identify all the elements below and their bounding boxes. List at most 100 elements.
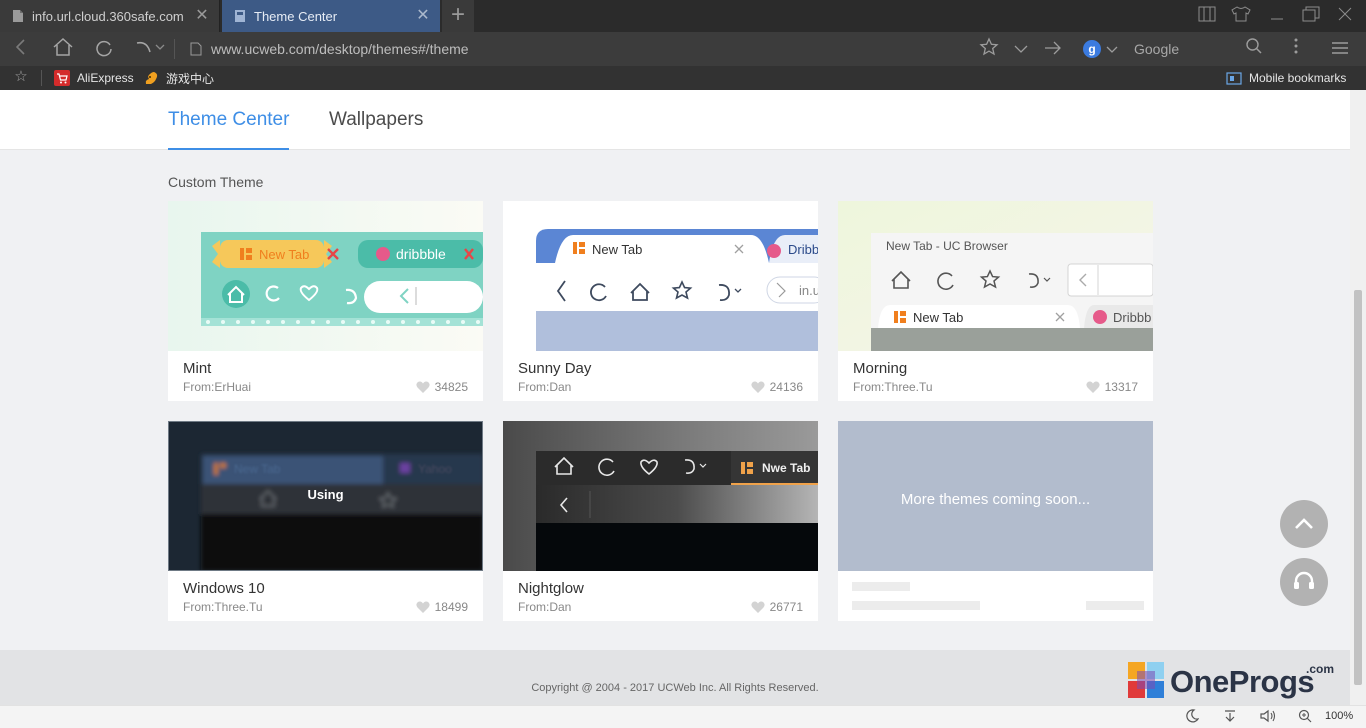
top-nav: Theme Center Wallpapers	[0, 90, 1350, 150]
bookmark-star-icon[interactable]	[976, 37, 1002, 61]
placeholder-bar	[852, 582, 910, 591]
section-title: Custom Theme	[168, 174, 264, 190]
download-icon[interactable]	[1221, 709, 1239, 725]
mobile-bookmarks[interactable]: Mobile bookmarks	[1226, 69, 1346, 87]
back-icon[interactable]	[8, 37, 34, 61]
theme-author: From:Three.Tu	[853, 380, 933, 394]
theme-preview-windows-10: New Tab Yahoo Using	[168, 421, 483, 571]
theme-card-nightglow[interactable]: Nwe Tab Nightglow From:Dan 26771	[503, 421, 818, 621]
bookmarks-bar: ☆ AliExpress 游戏中心 Mobile bookmarks	[0, 66, 1366, 90]
theme-preview-morning: New Tab - UC Browser New Tab Dribbb	[838, 201, 1153, 351]
theme-author: From:ErHuai	[183, 380, 252, 394]
theme-author: From:Dan	[518, 380, 572, 394]
home-icon[interactable]	[50, 37, 76, 61]
using-badge: Using	[307, 487, 344, 502]
address-bar[interactable]: www.ucweb.com/desktop/themes#/theme	[211, 41, 469, 57]
zoom-icon[interactable]	[1296, 709, 1314, 725]
search-input[interactable]: Google	[1134, 41, 1179, 57]
close-icon[interactable]: ✕	[414, 7, 432, 25]
go-arrow-icon[interactable]	[1040, 37, 1066, 61]
heart-icon	[1085, 381, 1100, 393]
coming-soon-text: More themes coming soon...	[900, 491, 1091, 508]
theme-card-coming-soon: More themes coming soon...	[838, 421, 1153, 621]
theme-card-sunny-day[interactable]: New Tab Dribb in.u Sunny Day From:Dan 24…	[503, 201, 818, 401]
like-count[interactable]: 26771	[750, 600, 803, 614]
zoom-level[interactable]: 100%	[1325, 710, 1353, 722]
page-content: Theme Center Wallpapers Custom Theme New…	[0, 90, 1350, 705]
more-options-icon[interactable]	[1283, 37, 1309, 61]
oneprogs-logo-icon	[1128, 662, 1164, 698]
headset-icon	[1294, 571, 1314, 589]
scroll-to-top-button[interactable]	[1280, 500, 1328, 548]
new-tab-button[interactable]: +	[442, 0, 474, 32]
tab-theme-center[interactable]: Theme Center	[168, 109, 289, 131]
preview-tab-label: New Tab	[913, 310, 964, 325]
chevron-down-icon[interactable]	[1008, 37, 1034, 61]
page-info-icon[interactable]	[190, 42, 202, 56]
sidebar-toggle-icon[interactable]	[1196, 6, 1218, 26]
active-tab-underline	[168, 148, 289, 150]
tab-wallpapers[interactable]: Wallpapers	[329, 109, 423, 131]
like-count[interactable]: 34825	[415, 380, 468, 394]
minimize-icon[interactable]	[1266, 6, 1288, 26]
customer-support-button[interactable]	[1280, 558, 1328, 606]
theme-name: Mint	[183, 360, 212, 377]
heart-icon	[415, 381, 430, 393]
bookmark-label: AliExpress	[77, 71, 134, 85]
dropdown-icon[interactable]	[152, 37, 168, 61]
tab-strip: info.url.cloud.360safe.com ✕ Theme Cente…	[0, 0, 1366, 32]
preview-tab-label: Nwe Tab	[762, 461, 811, 475]
like-count[interactable]: 13317	[1085, 380, 1138, 394]
like-count-value: 18499	[434, 600, 468, 614]
menu-icon[interactable]	[1327, 37, 1353, 61]
aliexpress-cart-icon	[54, 70, 70, 86]
search-engine-icon[interactable]: g	[1083, 40, 1101, 58]
preview-tab2-label: Yahoo	[418, 462, 452, 476]
reload-icon[interactable]	[91, 37, 117, 61]
page-scrollbar[interactable]	[1350, 90, 1366, 705]
bookmark-aliexpress[interactable]: AliExpress	[54, 69, 134, 87]
folder-icon	[1226, 72, 1242, 85]
volume-icon[interactable]	[1259, 709, 1277, 725]
like-count[interactable]: 24136	[750, 380, 803, 394]
theme-preview-sunny-day: New Tab Dribb in.u	[503, 201, 818, 351]
like-count[interactable]: 18499	[415, 600, 468, 614]
preview-url-text: in.u	[799, 283, 818, 298]
theme-name: Morning	[853, 360, 908, 377]
search-icon[interactable]	[1241, 37, 1267, 61]
theme-author: From:Three.Tu	[183, 600, 263, 614]
close-icon[interactable]: ✕	[193, 7, 211, 25]
toolbar-divider	[174, 39, 175, 59]
bookmarks-divider	[41, 70, 42, 86]
skin-shirt-icon[interactable]	[1230, 6, 1252, 26]
preview-tab-label: New Tab	[234, 462, 281, 476]
squirrel-icon	[145, 72, 158, 84]
restore-icon[interactable]	[1300, 6, 1322, 26]
brand-name: OneProgs	[1170, 664, 1315, 699]
coming-soon-panel: More themes coming soon...	[838, 421, 1153, 571]
browser-tab-360safe[interactable]: info.url.cloud.360safe.com ✕	[0, 0, 220, 32]
theme-card-mint[interactable]: New Tab dribbble Mint From:ErHuai 34825	[168, 201, 483, 401]
engine-dropdown-icon[interactable]	[1104, 37, 1120, 61]
theme-name: Nightglow	[518, 580, 584, 597]
night-mode-icon[interactable]	[1183, 709, 1201, 725]
tab-title: info.url.cloud.360safe.com	[32, 8, 184, 24]
preview-tab-label: New Tab	[592, 242, 643, 257]
document-icon	[13, 10, 23, 22]
brand-suffix: .com	[1306, 662, 1335, 676]
like-count-value: 26771	[769, 600, 803, 614]
placeholder-bar	[852, 601, 980, 610]
bookmark-add-icon[interactable]: ☆	[12, 68, 30, 86]
mobile-bookmarks-label: Mobile bookmarks	[1249, 71, 1347, 85]
scrollbar-thumb[interactable]	[1354, 290, 1362, 685]
close-window-icon[interactable]	[1334, 6, 1356, 26]
browser-tab-theme-center[interactable]: Theme Center ✕	[222, 0, 440, 32]
navigation-toolbar: www.ucweb.com/desktop/themes#/theme g Go…	[0, 32, 1366, 66]
theme-card-morning[interactable]: New Tab - UC Browser New Tab Dribbb Morn…	[838, 201, 1153, 401]
theme-name: Sunny Day	[518, 360, 592, 377]
bookmark-game-center[interactable]: 游戏中心	[143, 69, 214, 87]
theme-name: Windows 10	[183, 580, 265, 597]
theme-card-windows-10[interactable]: New Tab Yahoo Using Windows 10 From:Thre…	[168, 421, 483, 621]
preview-tab2-label: Dribbb	[1113, 310, 1152, 325]
chevron-up-icon	[1295, 518, 1313, 529]
